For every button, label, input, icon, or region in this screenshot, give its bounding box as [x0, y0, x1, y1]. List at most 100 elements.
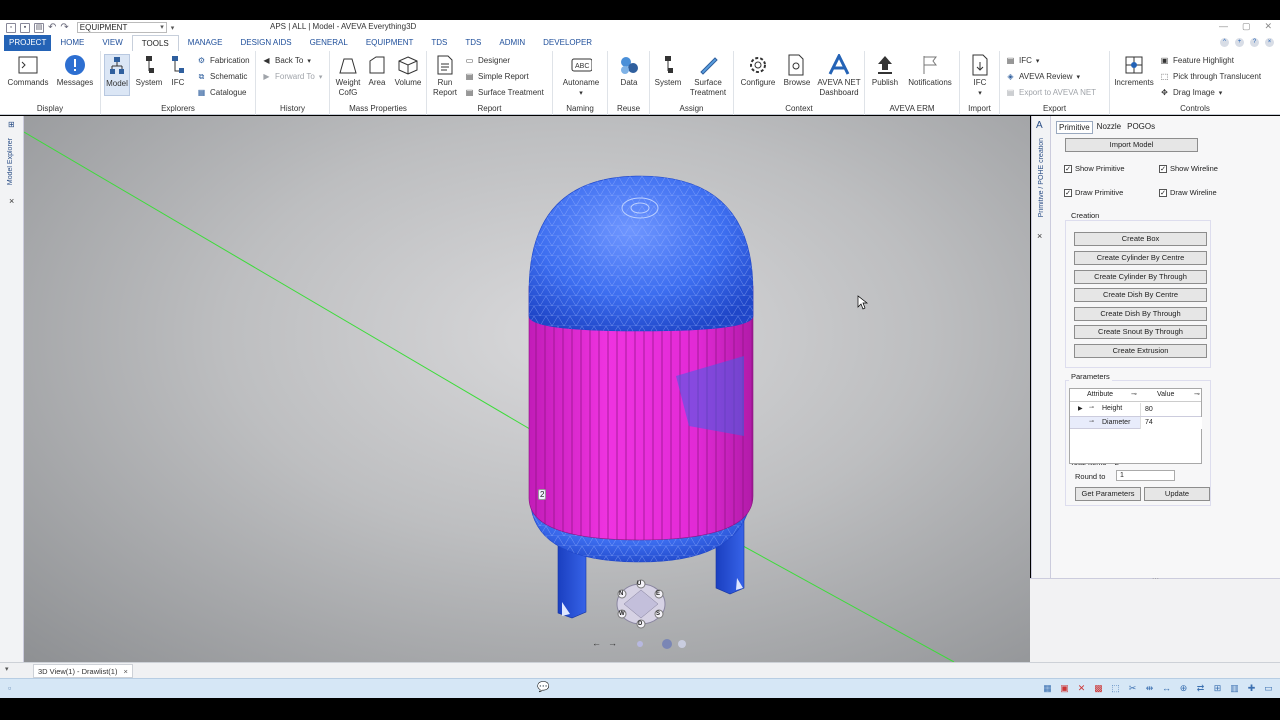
select-icon[interactable]: ⬚: [1110, 683, 1121, 694]
horizontal-arrows-icon[interactable]: ↔: [1161, 683, 1172, 694]
import-model-button[interactable]: Import Model: [1065, 138, 1198, 152]
tab-tds-2[interactable]: TDS: [456, 35, 490, 51]
measure-icon[interactable]: ⊞: [1212, 683, 1223, 694]
increments-button[interactable]: Increments: [1112, 54, 1156, 88]
new-file-icon[interactable]: ▫: [6, 22, 16, 33]
round-to-input[interactable]: 1: [1116, 470, 1175, 481]
catalogue-button[interactable]: ▦ Catalogue: [197, 88, 247, 97]
drag-image-button[interactable]: ✥ Drag Image ▾: [1160, 88, 1222, 97]
open-icon[interactable]: ▤: [34, 22, 44, 33]
get-parameters-button[interactable]: Get Parameters: [1075, 487, 1141, 501]
tab-primitive[interactable]: Primitive: [1056, 121, 1093, 134]
weight-cofg-button[interactable]: Weight CofG: [334, 54, 362, 98]
splitter-grip-icon[interactable]: ⋯: [1152, 575, 1159, 583]
nav-forward-arrow-icon[interactable]: →: [608, 638, 617, 648]
undo-icon[interactable]: ↶: [48, 22, 56, 33]
create-cylinder-by-through-button[interactable]: Create Cylinder By Through: [1074, 270, 1207, 284]
3d-viewport[interactable]: 2 U N E W S D ← →: [24, 116, 1030, 662]
right-strip-close-icon[interactable]: ×: [1037, 231, 1042, 241]
primitive-pohe-creation-tab[interactable]: Primitive / POHE creation: [1038, 138, 1045, 217]
tab-tds-1[interactable]: TDS: [422, 35, 456, 51]
doc-tab-close-icon[interactable]: ×: [123, 665, 127, 677]
dimension-icon[interactable]: ⇹: [1144, 683, 1155, 694]
surface-treatment-report-button[interactable]: ▤ Surface Treatment: [465, 88, 544, 97]
fabrication-button[interactable]: ⚙ Fabrication: [197, 56, 250, 65]
notifications-button[interactable]: Notifications: [903, 54, 957, 88]
options-icon[interactable]: +: [1235, 38, 1244, 47]
pick-through-translucent-button[interactable]: ⬚ Pick through Translucent: [1160, 72, 1261, 81]
pin-icon[interactable]: ⊞: [8, 120, 15, 129]
designer-button[interactable]: ▭ Designer: [465, 56, 510, 65]
create-cylinder-by-centre-button[interactable]: Create Cylinder By Centre: [1074, 251, 1207, 265]
surface-treatment-button[interactable]: Surface Treatment: [686, 54, 730, 98]
volume-button[interactable]: Volume: [392, 54, 424, 88]
forward-to-button[interactable]: ▶ Forward To ▾: [262, 72, 322, 81]
crossed-tool-icon[interactable]: ✕: [1076, 683, 1087, 694]
aveva-net-dashboard-button[interactable]: AVEVA NET Dashboard: [816, 54, 862, 98]
collapse-ribbon-icon[interactable]: ^: [1220, 38, 1229, 47]
data-button[interactable]: Data: [614, 54, 644, 88]
aveva-review-button[interactable]: ◈ AVEVA Review ▾: [1006, 72, 1080, 81]
import-ifc-button[interactable]: IFC ▾: [968, 54, 992, 99]
tab-list-dropdown-icon[interactable]: ▾: [5, 665, 9, 673]
tab-general[interactable]: GENERAL: [301, 35, 357, 51]
tab-project[interactable]: PROJECT: [4, 35, 52, 51]
layout-icon[interactable]: ▥: [1229, 683, 1240, 694]
grid-snap-icon[interactable]: ▦: [1042, 683, 1053, 694]
red-tool-icon[interactable]: ▩: [1093, 683, 1104, 694]
help-icon[interactable]: ?: [1250, 38, 1259, 47]
row-expand-icon[interactable]: ▶: [1078, 405, 1083, 412]
grid-row[interactable]: ⊸ Diameter 74: [1070, 416, 1202, 429]
module-combo[interactable]: EQUIPMENT: [76, 22, 167, 33]
back-to-button[interactable]: ◀ Back To ▾: [262, 56, 310, 65]
draw-wireline-checkbox[interactable]: ✓ Draw Wireline: [1159, 188, 1217, 197]
run-report-button[interactable]: Run Report: [431, 54, 459, 98]
model-explorer-tab[interactable]: Model Explorer: [7, 138, 14, 185]
schematic-button[interactable]: ⧉ Schematic: [197, 72, 248, 82]
chat-bubble-icon[interactable]: 💬: [537, 682, 549, 693]
export-ifc-button[interactable]: ▤ IFC ▾: [1006, 56, 1040, 65]
left-strip-close-icon[interactable]: ×: [9, 196, 14, 206]
maximize-icon[interactable]: ▢: [1242, 21, 1251, 32]
draw-primitive-checkbox[interactable]: ✓ Draw Primitive: [1064, 188, 1123, 197]
assign-system-button[interactable]: System: [652, 54, 684, 88]
attribute-pin-icon[interactable]: ⊸: [1131, 390, 1137, 398]
tab-admin[interactable]: ADMIN: [490, 35, 534, 51]
create-dish-by-centre-button[interactable]: Create Dish By Centre: [1074, 288, 1207, 302]
doc-tab-3d-view[interactable]: 3D View(1) - Drawlist(1) ×: [33, 664, 133, 678]
move-icon[interactable]: ⊕: [1178, 683, 1189, 694]
nav-back-arrow-icon[interactable]: ←: [592, 638, 601, 648]
create-box-button[interactable]: Create Box: [1074, 232, 1207, 246]
browse-button[interactable]: Browse: [780, 54, 814, 88]
diameter-value-cell[interactable]: 74: [1140, 417, 1202, 429]
value-column-header[interactable]: Value: [1157, 391, 1174, 398]
update-button[interactable]: Update: [1144, 487, 1210, 501]
tab-home[interactable]: HOME: [51, 35, 93, 51]
value-pin-icon[interactable]: ⊸: [1194, 390, 1200, 398]
messages-button[interactable]: Messages: [54, 54, 96, 88]
redo-icon[interactable]: ↷: [60, 22, 68, 33]
ifc-explorer-button[interactable]: IFC: [167, 54, 189, 88]
export-aveva-net-button[interactable]: ▤ Export to AVEVA NET: [1006, 88, 1096, 97]
save-icon[interactable]: ▪: [20, 22, 30, 33]
sync-icon[interactable]: ⇄: [1195, 683, 1206, 694]
close-icon[interactable]: ✕: [1264, 21, 1272, 32]
ribbon-close-icon[interactable]: ×: [1265, 38, 1274, 47]
feature-highlight-button[interactable]: ▣ Feature Highlight: [1160, 56, 1234, 65]
scissors-icon[interactable]: ✂: [1127, 683, 1138, 694]
create-dish-by-through-button[interactable]: Create Dish By Through: [1074, 307, 1207, 321]
show-primitive-checkbox[interactable]: ✓ Show Primitive: [1064, 164, 1125, 173]
tab-equipment[interactable]: EQUIPMENT: [357, 35, 423, 51]
fence-icon[interactable]: ▣: [1059, 683, 1070, 694]
grid-row[interactable]: ▶ ⊸ Height 80: [1070, 403, 1201, 416]
configure-button[interactable]: Configure: [738, 54, 778, 88]
tab-manage[interactable]: MANAGE: [179, 35, 232, 51]
simple-report-button[interactable]: ▤ Simple Report: [465, 72, 529, 81]
primitive-a-icon[interactable]: A: [1036, 120, 1043, 131]
create-extrusion-button[interactable]: Create Extrusion: [1074, 344, 1207, 358]
publish-button[interactable]: Publish: [869, 54, 901, 88]
qat-dropdown-icon[interactable]: ▾: [171, 24, 175, 32]
panel-toggle-icon[interactable]: ▭: [1263, 683, 1274, 694]
create-snout-by-through-button[interactable]: Create Snout By Through: [1074, 325, 1207, 339]
tab-tools[interactable]: TOOLS: [131, 35, 179, 51]
